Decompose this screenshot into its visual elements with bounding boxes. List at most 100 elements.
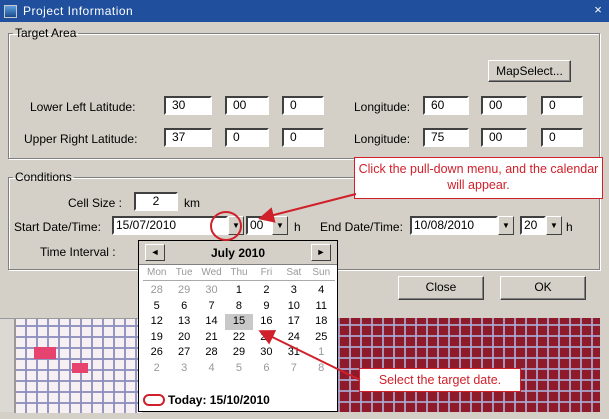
prev-month-icon[interactable]: ◄: [145, 244, 165, 261]
start-hour-value: 00: [246, 216, 272, 235]
close-button[interactable]: Close: [398, 276, 484, 300]
calendar-day[interactable]: 26: [143, 345, 170, 361]
start-hour-unit: h: [294, 220, 301, 234]
calendar-day[interactable]: 7: [198, 299, 225, 315]
lower-left-lon-min-input[interactable]: 00: [481, 96, 527, 115]
upper-right-latitude-label: Upper Right Latitude:: [24, 132, 138, 146]
cell-size-input[interactable]: 2: [134, 192, 178, 211]
calendar-day[interactable]: 12: [143, 314, 170, 330]
upper-right-lat-deg-input[interactable]: 37: [164, 128, 212, 147]
lower-left-lat-min-input[interactable]: 00: [225, 96, 269, 115]
calendar-day[interactable]: 2: [253, 283, 280, 299]
lower-left-lat-deg-input[interactable]: 30: [164, 96, 212, 115]
end-hour-dropdown[interactable]: 20 ▼: [520, 216, 562, 235]
chevron-down-icon[interactable]: ▼: [272, 216, 288, 235]
cell-size-unit: km: [184, 196, 200, 210]
calendar-day[interactable]: 24: [280, 330, 307, 346]
calendar-day[interactable]: 5: [225, 361, 252, 377]
calendar-popup: ◄ July 2010 ► Mon Tue Wed Thu Fri Sat Su…: [138, 240, 338, 412]
start-hour-dropdown[interactable]: 00 ▼: [246, 216, 288, 235]
calendar-day[interactable]: 28: [198, 345, 225, 361]
calendar-day[interactable]: 20: [170, 330, 197, 346]
weekday-label: Thu: [230, 267, 248, 278]
calendar-day[interactable]: 1: [308, 345, 335, 361]
calendar-day[interactable]: 22: [225, 330, 252, 346]
weekday-label: Mon: [146, 267, 167, 278]
calendar-day[interactable]: 23: [253, 330, 280, 346]
calendar-week-row: 2345678: [143, 361, 335, 377]
weekday-label: Fri: [260, 267, 273, 278]
calendar-day[interactable]: 30: [198, 283, 225, 299]
next-month-icon[interactable]: ►: [311, 244, 331, 261]
close-icon[interactable]: ×: [591, 2, 605, 18]
today-label: Today: 15/10/2010: [168, 393, 270, 407]
chevron-down-icon[interactable]: ▼: [498, 216, 514, 235]
project-information-dialog: Project Information × Target Area MapSel…: [0, 0, 609, 419]
map-highlight-cell: [72, 363, 88, 373]
calendar-day[interactable]: 1: [225, 283, 252, 299]
ok-button[interactable]: OK: [500, 276, 586, 300]
calendar-day[interactable]: 18: [308, 314, 335, 330]
weekday-label: Wed: [201, 267, 222, 278]
calendar-day[interactable]: 30: [253, 345, 280, 361]
calendar-day[interactable]: 9: [253, 299, 280, 315]
conditions-legend: Conditions: [15, 170, 72, 184]
calendar-header: ◄ July 2010 ►: [139, 241, 337, 265]
calendar-day[interactable]: 17: [280, 314, 307, 330]
lower-left-longitude-label: Longitude:: [354, 100, 411, 114]
calendar-day[interactable]: 3: [280, 283, 307, 299]
calendar-day[interactable]: 11: [308, 299, 335, 315]
calendar-day[interactable]: 8: [308, 361, 335, 377]
upper-right-lon-deg-input[interactable]: 75: [423, 128, 469, 147]
start-date-dropdown[interactable]: 15/07/2010 ▼: [112, 216, 244, 235]
calendar-day[interactable]: 2: [143, 361, 170, 377]
calendar-day[interactable]: 21: [198, 330, 225, 346]
calendar-day[interactable]: 4: [198, 361, 225, 377]
calendar-day[interactable]: 28: [143, 283, 170, 299]
calendar-day[interactable]: 4: [308, 283, 335, 299]
chevron-down-icon[interactable]: ▼: [546, 216, 562, 235]
calendar-month-label: July 2010: [210, 246, 266, 260]
calendar-day[interactable]: 14: [198, 314, 225, 330]
end-date-dropdown[interactable]: 10/08/2010 ▼: [410, 216, 514, 235]
calendar-day[interactable]: 3: [170, 361, 197, 377]
time-interval-label: Time Interval :: [40, 245, 116, 259]
upper-right-lon-min-input[interactable]: 00: [481, 128, 527, 147]
end-hour-value: 20: [520, 216, 546, 235]
select-date-callout: Select the target date.: [359, 368, 521, 392]
lower-left-lon-deg-input[interactable]: 60: [423, 96, 469, 115]
upper-right-longitude-label: Longitude:: [354, 132, 411, 146]
calendar-day[interactable]: 16: [253, 314, 280, 330]
calendar-day[interactable]: 25: [308, 330, 335, 346]
calendar-day[interactable]: 6: [253, 361, 280, 377]
calendar-day-selected[interactable]: 15: [225, 314, 253, 330]
upper-right-lon-sec-input[interactable]: 0: [541, 128, 583, 147]
lower-left-latitude-label: Lower Left Latitude:: [30, 100, 136, 114]
calendar-week-row: 12 13 14 15 16 17 18: [143, 314, 335, 330]
calendar-day[interactable]: 5: [143, 299, 170, 315]
calendar-day-grid: 28 29 30 1 2 3 4 5 6 7 8 9 10 11 12 13 14 15 16 17 18 19 20 21 2…: [143, 283, 335, 376]
calendar-day[interactable]: 10: [280, 299, 307, 315]
lower-left-lat-sec-input[interactable]: 0: [282, 96, 324, 115]
weekday-label: Tue: [175, 267, 193, 278]
calendar-day[interactable]: 31: [280, 345, 307, 361]
title-bar: Project Information ×: [0, 0, 609, 22]
calendar-day[interactable]: 8: [225, 299, 252, 315]
upper-right-lat-sec-input[interactable]: 0: [282, 128, 324, 147]
calendar-week-row: 5 6 7 8 9 10 11: [143, 299, 335, 315]
upper-right-lat-min-input[interactable]: 0: [225, 128, 269, 147]
calendar-day[interactable]: 27: [170, 345, 197, 361]
chevron-down-icon[interactable]: ▼: [228, 216, 244, 235]
calendar-week-row: 19 20 21 22 23 24 25: [143, 330, 335, 346]
lower-left-lon-sec-input[interactable]: 0: [541, 96, 583, 115]
calendar-day[interactable]: 29: [170, 283, 197, 299]
calendar-day[interactable]: 6: [170, 299, 197, 315]
calendar-day[interactable]: 7: [280, 361, 307, 377]
map-panel-left: [0, 318, 142, 413]
calendar-footer[interactable]: Today: 15/10/2010: [143, 392, 270, 408]
calendar-week-row: 28 29 30 1 2 3 4: [143, 283, 335, 299]
map-select-button[interactable]: MapSelect...: [488, 60, 571, 82]
calendar-day[interactable]: 29: [225, 345, 252, 361]
calendar-day[interactable]: 19: [143, 330, 170, 346]
calendar-day[interactable]: 13: [170, 314, 197, 330]
